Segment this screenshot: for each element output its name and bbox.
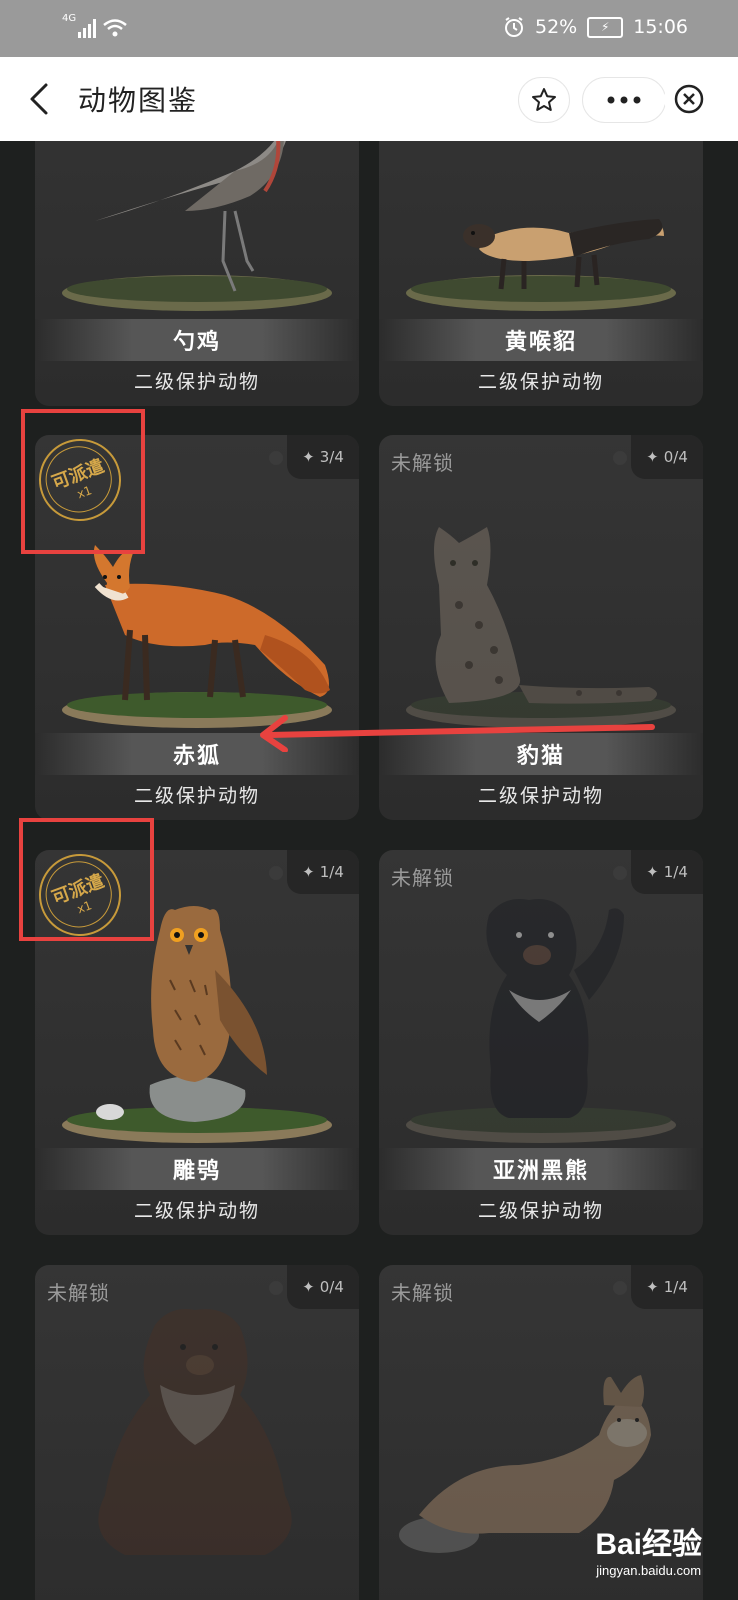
more-dots-icon <box>607 96 641 104</box>
status-right: 52% ⚡ 15:06 <box>503 16 688 38</box>
star-icon <box>532 88 556 111</box>
protection-level: 二级保护动物 <box>133 1200 260 1222</box>
battery-percent: 52% <box>535 16 578 38</box>
puzzle-count: 0/4 <box>663 448 688 466</box>
protection-level: 二级保护动物 <box>477 1200 604 1222</box>
puzzle-icon: ✦ <box>646 448 659 466</box>
animal-name: 亚洲黑熊 <box>379 1148 703 1190</box>
favorite-button[interactable] <box>518 77 570 123</box>
watermark-url: jingyan.baidu.com <box>596 1563 702 1578</box>
asiatic-black-bear-image <box>406 899 676 1143</box>
locked-label: 未解锁 <box>47 1281 110 1305</box>
animal-card[interactable]: 未解锁 ✦ 1/4 亚洲黑熊 二级保护动物 <box>379 850 703 1235</box>
puzzle-icon: ✦ <box>646 863 659 881</box>
locked-label: 未解锁 <box>391 1281 454 1305</box>
animal-card[interactable]: 黄喉貂 二级保护动物 <box>379 141 703 406</box>
animal-name: 勺鸡 <box>35 319 359 361</box>
page-title: 动物图鉴 <box>78 84 199 117</box>
puzzle-count: 1/4 <box>319 863 344 881</box>
chevron-left-icon[interactable] <box>24 79 54 119</box>
puzzle-progress: ✦ 0/4 <box>631 435 703 479</box>
locked-label: 未解锁 <box>391 451 454 475</box>
puzzle-icon: ✦ <box>646 1278 659 1296</box>
puzzle-progress: ✦ 1/4 <box>631 850 703 894</box>
yellow-throated-marten-image <box>406 219 676 311</box>
annotation-arrow <box>260 715 655 752</box>
brown-bear-image <box>98 1309 292 1555</box>
close-circle-icon <box>674 84 704 114</box>
animal-card[interactable]: 未解锁 ✦ 0/4 <box>35 1265 359 1600</box>
baidu-watermark: Bai经验 jingyan.baidu.com <box>595 1519 702 1578</box>
puzzle-count: 1/4 <box>663 1278 688 1296</box>
protection-level: 二级保护动物 <box>133 371 260 393</box>
battery-icon: ⚡ <box>587 16 624 38</box>
animal-name: 黄喉貂 <box>379 319 703 361</box>
puzzle-progress: ✦ 1/4 <box>287 850 359 894</box>
animal-name: 雕鸮 <box>35 1148 359 1190</box>
annotation-box <box>21 409 145 554</box>
watermark-logo: Bai经验 <box>595 1528 702 1561</box>
puzzle-count: 3/4 <box>319 448 344 466</box>
puzzle-count: 0/4 <box>319 1278 344 1296</box>
leopard-cat-image <box>406 527 676 728</box>
protection-level: 二级保护动物 <box>477 785 604 807</box>
network-type: 4G <box>62 13 77 24</box>
signal-icon <box>78 18 97 38</box>
locked-label: 未解锁 <box>391 866 454 890</box>
annotation-box <box>19 818 154 941</box>
status-bar: 4G 52% ⚡ 15:06 <box>0 0 738 57</box>
clock: 15:06 <box>633 16 688 38</box>
title-bar: 动物图鉴 <box>0 57 738 141</box>
puzzle-icon: ✦ <box>302 1278 315 1296</box>
animal-card[interactable]: 未解锁 ✦ 0/4 豹猫 二级保护动物 <box>379 435 703 820</box>
wifi-icon <box>103 19 127 37</box>
alarm-icon <box>505 17 523 37</box>
puzzle-count: 1/4 <box>663 863 688 881</box>
more-button[interactable] <box>582 77 666 123</box>
close-button[interactable] <box>664 77 714 121</box>
protection-level: 二级保护动物 <box>133 785 260 807</box>
protection-level: 二级保护动物 <box>477 371 604 393</box>
puzzle-icon: ✦ <box>302 863 315 881</box>
signal-group: 4G <box>62 14 128 38</box>
puzzle-progress: ✦ 3/4 <box>287 435 359 479</box>
animal-card[interactable]: 勺鸡 二级保护动物 <box>35 141 359 406</box>
puzzle-icon: ✦ <box>302 448 315 466</box>
puzzle-progress: ✦ 0/4 <box>287 1265 359 1309</box>
puzzle-progress: ✦ 1/4 <box>631 1265 703 1309</box>
koklass-pheasant-image <box>62 141 332 311</box>
